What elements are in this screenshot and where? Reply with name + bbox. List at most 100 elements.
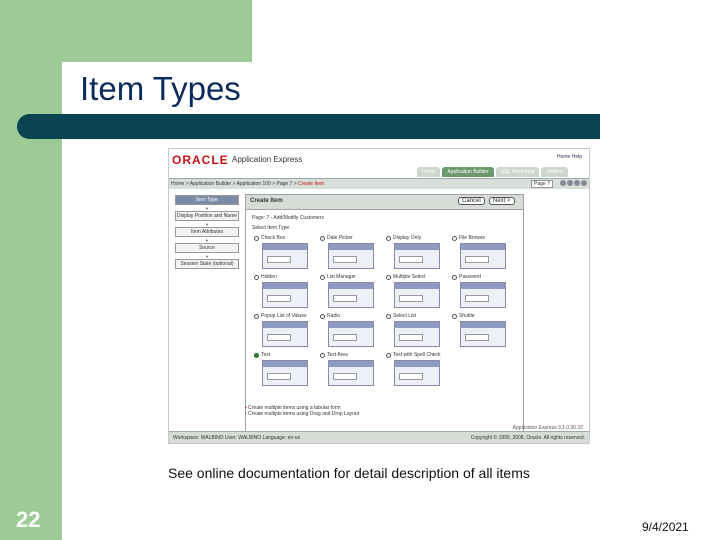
radio-button[interactable] (452, 274, 457, 280)
item-type-label: Hidden (261, 274, 277, 280)
slide-number: 22 (16, 507, 41, 532)
breadcrumb-current: Create Item (298, 181, 325, 187)
radio-button[interactable] (452, 235, 457, 241)
item-type-radio[interactable]: Text with Spell Check (386, 352, 441, 358)
radio-button[interactable] (386, 274, 391, 280)
item-type-preview-image (394, 243, 440, 269)
item-type-option[interactable]: Text with Spell Check (386, 352, 452, 390)
apex-footer: Workspace: WALBINO User: WALBINO Languag… (169, 431, 589, 443)
radio-button[interactable] (254, 352, 259, 358)
lock-icon[interactable] (560, 180, 566, 186)
item-type-label: List Manager (327, 274, 356, 280)
item-type-radio[interactable]: Shuttle (452, 313, 475, 319)
item-type-preview-image (262, 243, 308, 269)
main-tabs: Home Application Builder SQL Workshop Ut… (417, 167, 568, 177)
item-type-preview-image (328, 282, 374, 308)
green-left-band (0, 0, 62, 540)
radio-button[interactable] (386, 235, 391, 241)
item-type-option[interactable]: List Manager (320, 274, 386, 312)
item-type-label: Date Picker (327, 235, 353, 241)
item-type-grid: Check Box Date Picker Display Only File Bro… (254, 235, 518, 390)
radio-button[interactable] (320, 274, 325, 280)
item-type-option[interactable]: Password (452, 274, 518, 312)
tab-home[interactable]: Home (417, 167, 441, 177)
radio-button[interactable] (254, 313, 259, 319)
item-type-label: Shuttle (459, 313, 475, 319)
item-type-option[interactable]: Text Area (320, 352, 386, 390)
oracle-logo: ORACLE (172, 153, 229, 167)
item-type-option[interactable]: Multiple Select (386, 274, 452, 312)
run-icon[interactable] (574, 180, 580, 186)
item-type-preview-image (394, 321, 440, 347)
wizard-step-session-state: Session State (optional) (175, 259, 239, 269)
home-link[interactable]: Home (557, 154, 570, 160)
item-type-preview-image (394, 360, 440, 386)
item-type-option[interactable]: Date Picker (320, 235, 386, 273)
item-type-label: Password (459, 274, 481, 280)
item-type-label: Popup List of Values (261, 313, 307, 319)
apex-screenshot: ORACLE Application Express Home Help Hom… (168, 148, 590, 444)
tab-utilities[interactable]: Utilities (541, 167, 568, 177)
page-selector[interactable]: Page 7 (531, 180, 553, 188)
item-type-option[interactable]: Radio (320, 313, 386, 351)
item-type-option[interactable]: Shuttle (452, 313, 518, 351)
share-icon[interactable] (581, 180, 587, 186)
slide-title: Item Types (80, 70, 241, 107)
item-type-radio[interactable]: Popup List of Values (254, 313, 307, 319)
item-type-label: Text with Spell Check (393, 352, 441, 358)
item-type-preview-image (328, 360, 374, 386)
page-info: Page: 7 - Add/Modify Customers (252, 215, 324, 221)
item-type-preview-image (460, 282, 506, 308)
help-link[interactable]: Help (572, 154, 582, 160)
radio-button[interactable] (320, 352, 325, 358)
footer-copyright: Copyright © 1999, 2008, Oracle. All righ… (470, 435, 585, 441)
item-type-option[interactable]: Display Only (386, 235, 452, 273)
radio-button[interactable] (452, 313, 457, 319)
item-type-option[interactable]: Popup List of Values (254, 313, 320, 351)
item-type-radio[interactable]: Select List (386, 313, 416, 319)
radio-button[interactable] (320, 313, 325, 319)
item-type-option[interactable]: Select List (386, 313, 452, 351)
item-type-option[interactable]: Check Box (254, 235, 320, 273)
radio-button[interactable] (320, 235, 325, 241)
title-underline-bar (17, 114, 600, 139)
item-type-preview-image (460, 243, 506, 269)
item-type-preview-image (394, 282, 440, 308)
item-type-radio[interactable]: Display Only (386, 235, 421, 241)
item-type-radio[interactable]: Radio (320, 313, 340, 319)
item-type-radio[interactable]: List Manager (320, 274, 356, 280)
next-button[interactable]: Next > (489, 197, 515, 205)
item-type-radio[interactable]: Date Picker (320, 235, 353, 241)
item-type-radio[interactable]: File Browse (452, 235, 485, 241)
item-type-label: Text (261, 352, 271, 358)
item-type-radio[interactable]: Text (254, 352, 270, 358)
item-type-radio[interactable]: Check Box (254, 235, 285, 241)
slide-caption: See online documentation for detail desc… (168, 465, 530, 481)
item-type-option[interactable]: Text (254, 352, 320, 390)
item-type-label: Check Box (261, 235, 286, 241)
item-type-radio[interactable]: Multiple Select (386, 274, 426, 280)
item-type-option[interactable]: File Browse (452, 235, 518, 273)
breadcrumb-path[interactable]: Home > Application Builder > Application… (171, 181, 297, 187)
apex-header: ORACLE Application Express Home Help (172, 153, 584, 167)
item-type-preview-image (328, 321, 374, 347)
item-type-preview-image (328, 243, 374, 269)
option-drag-drop[interactable]: • Create multiple items using Drag and D… (245, 411, 359, 417)
cancel-button[interactable]: Cancel (458, 197, 485, 205)
tab-application-builder[interactable]: Application Builder (442, 167, 494, 177)
product-name: Application Express (232, 155, 303, 164)
panel-header: Create Item Cancel Next > (246, 195, 523, 210)
radio-button[interactable] (254, 274, 259, 280)
radio-button[interactable] (386, 352, 391, 358)
radio-button[interactable] (386, 313, 391, 319)
wizard-step-source: Source (175, 243, 239, 253)
tabular-options: • Create multiple items using a tabular … (245, 405, 359, 417)
item-type-option[interactable]: Hidden (254, 274, 320, 312)
item-type-radio[interactable]: Password (452, 274, 481, 280)
radio-button[interactable] (254, 235, 259, 241)
tab-sql-workshop[interactable]: SQL Workshop (495, 167, 540, 177)
item-type-radio[interactable]: Hidden (254, 274, 277, 280)
item-type-label: Multiple Select (393, 274, 426, 280)
edit-icon[interactable] (567, 180, 573, 186)
item-type-radio[interactable]: Text Area (320, 352, 348, 358)
